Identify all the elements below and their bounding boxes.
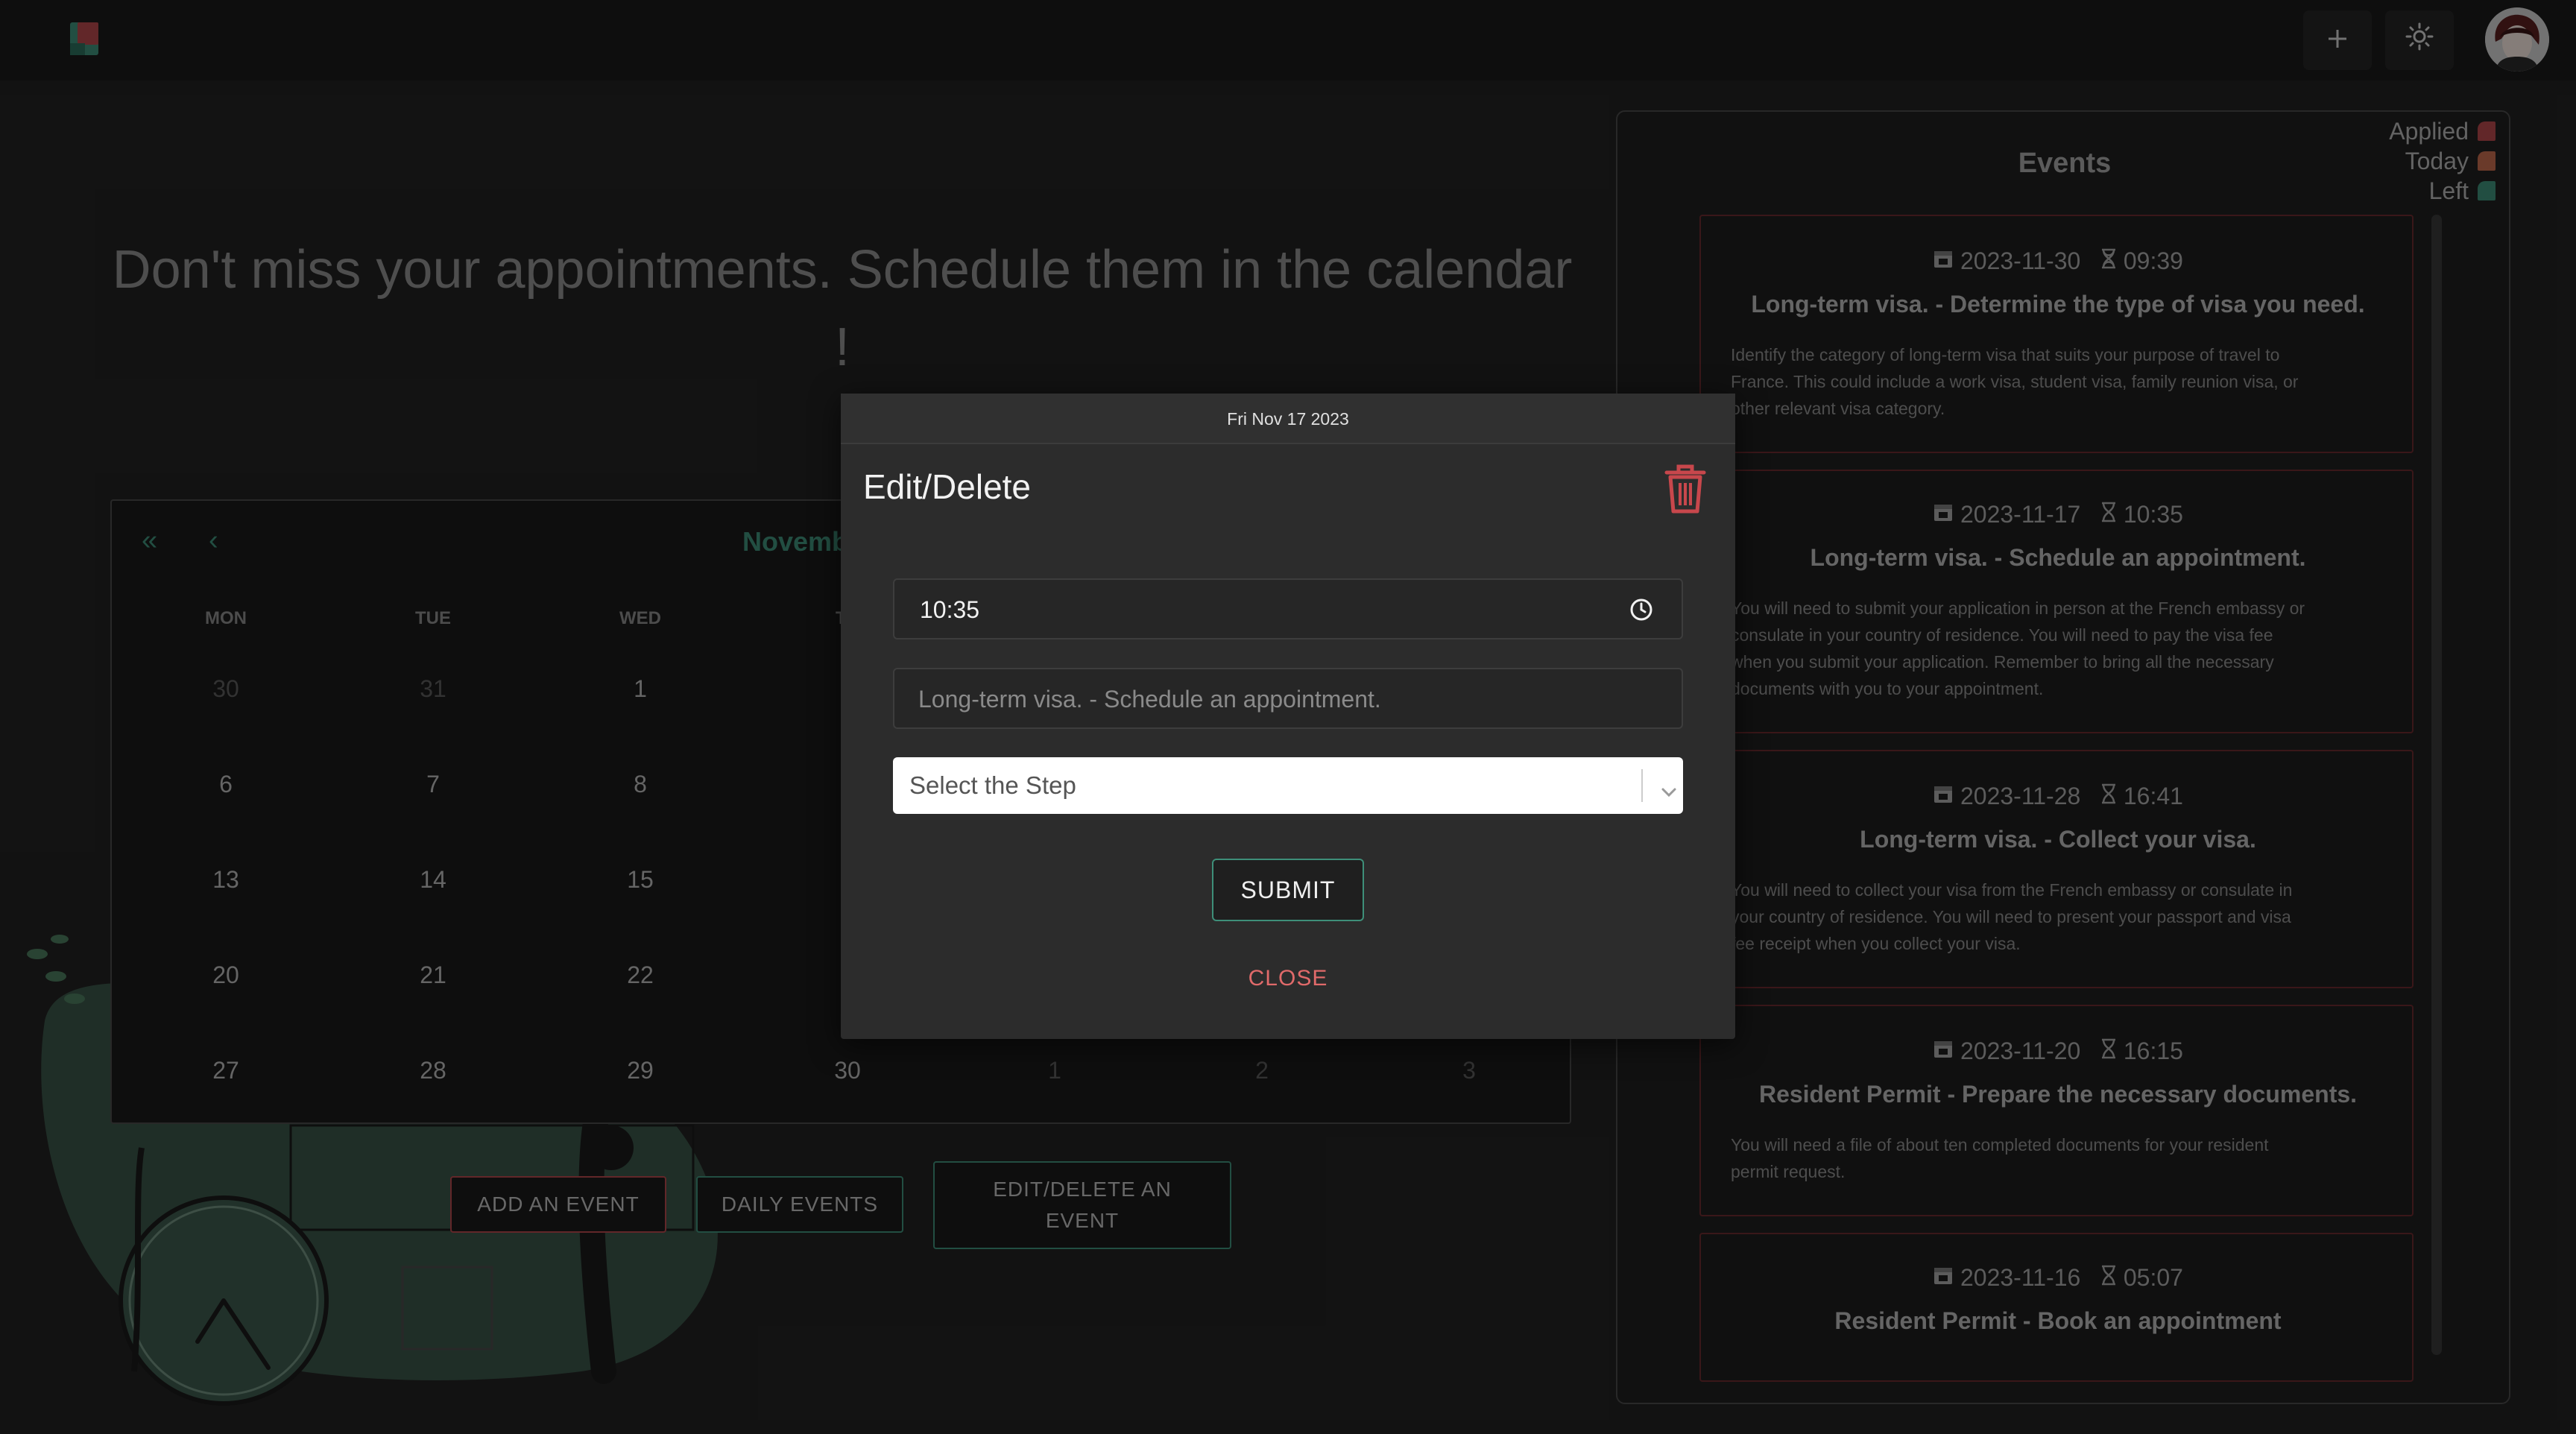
edit-delete-modal: Fri Nov 17 2023 Edit/Delete 10:35 Long-t… [841, 394, 1735, 1039]
close-button[interactable]: CLOSE [841, 966, 1735, 991]
step-select[interactable]: Select the Step [893, 757, 1683, 814]
clock-icon[interactable] [1629, 598, 1653, 622]
chevron-down-icon[interactable] [1661, 778, 1677, 797]
event-title-input[interactable]: Long-term visa. - Schedule an appointmen… [893, 668, 1683, 729]
time-value: 10:35 [920, 596, 980, 623]
step-select-placeholder: Select the Step [909, 771, 1076, 799]
event-title-placeholder: Long-term visa. - Schedule an appointmen… [918, 686, 1381, 713]
trash-icon[interactable] [1664, 462, 1707, 516]
modal-title: Edit/Delete [863, 467, 1032, 506]
submit-button[interactable]: SUBMIT [1212, 859, 1364, 921]
modal-date-header: Fri Nov 17 2023 [841, 394, 1735, 444]
select-separator [1641, 769, 1643, 802]
time-input[interactable]: 10:35 [893, 578, 1683, 639]
